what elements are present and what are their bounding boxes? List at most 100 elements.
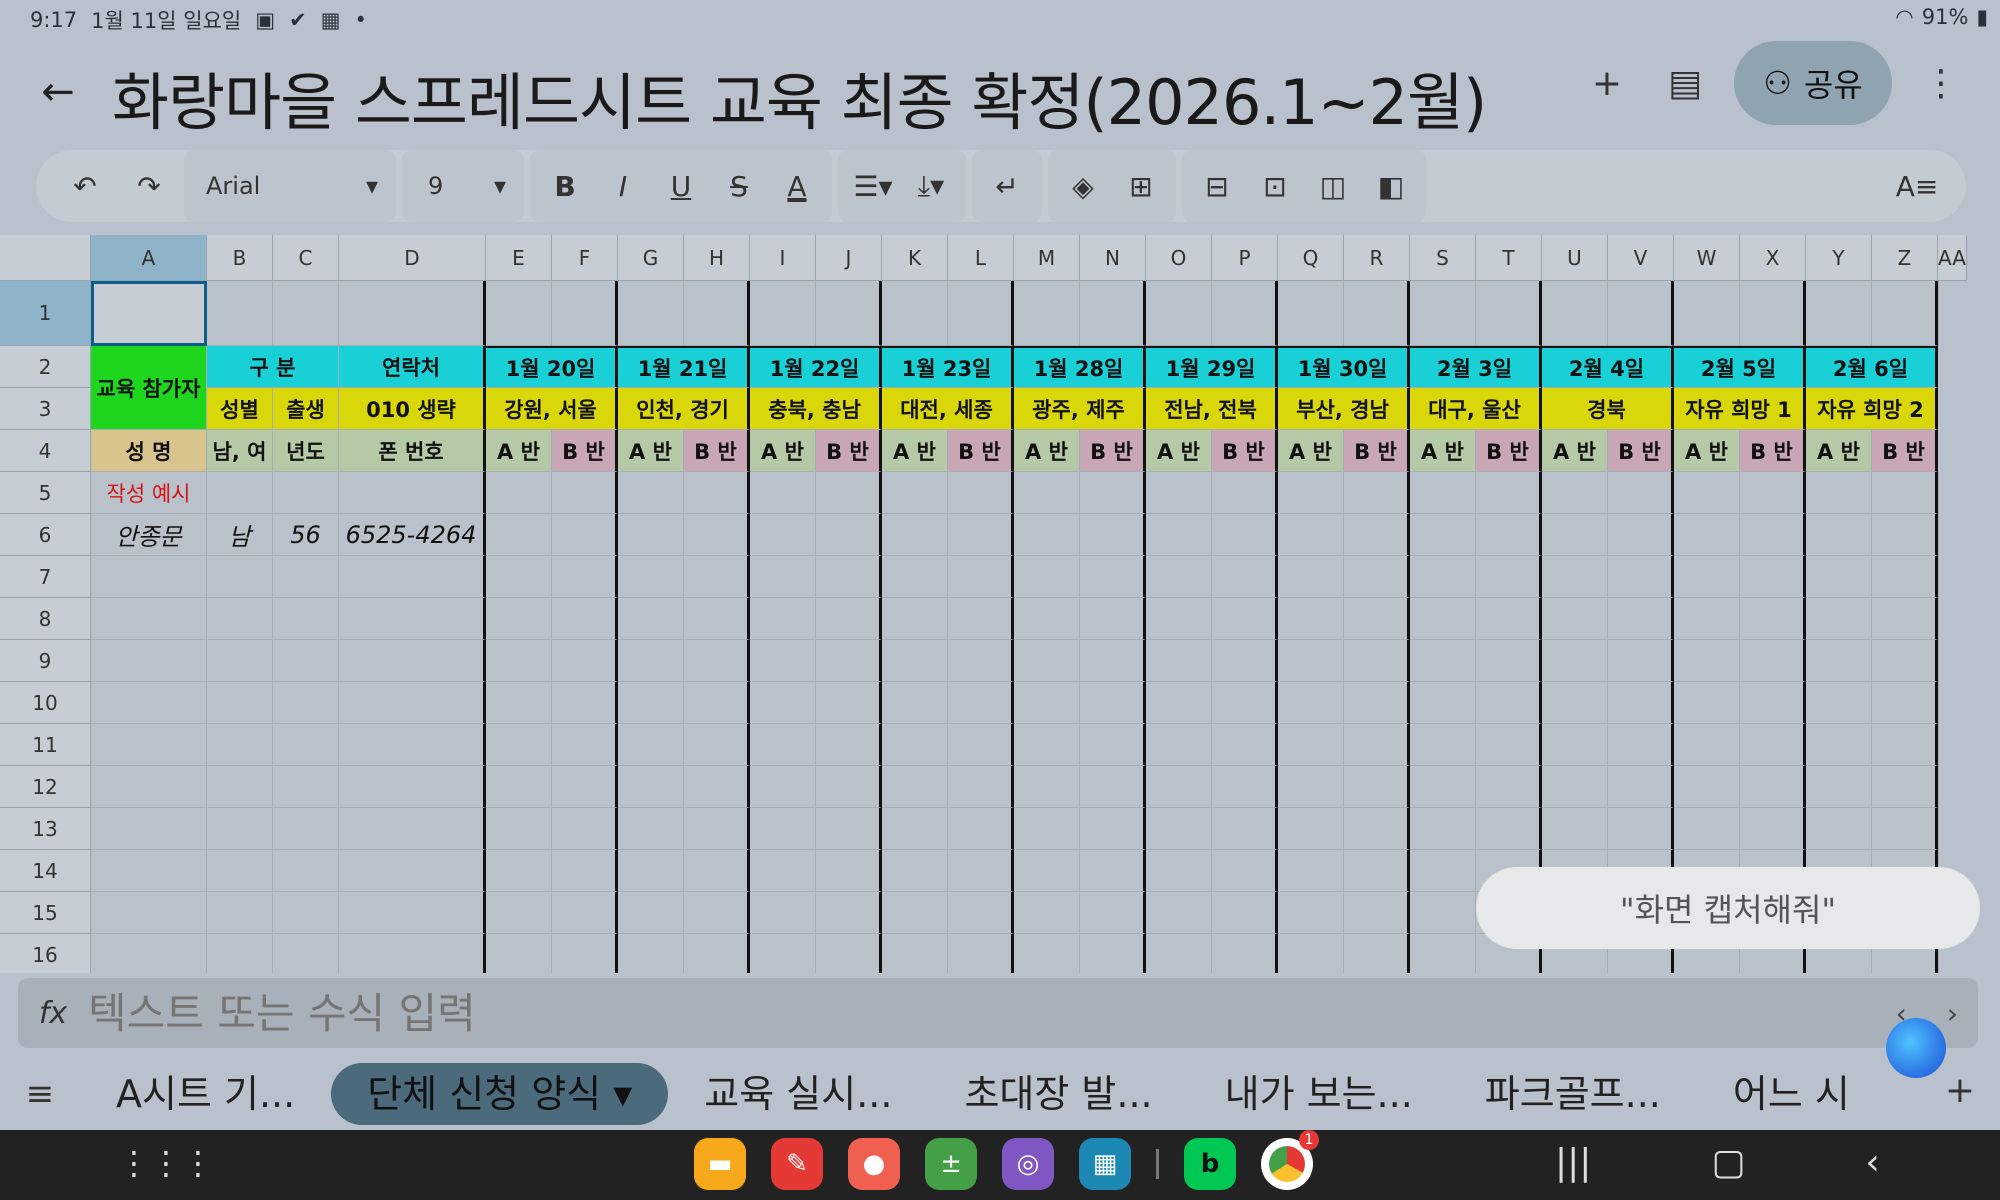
date-header[interactable]: 1월 21일 bbox=[618, 346, 750, 388]
grid-cell[interactable] bbox=[1938, 598, 1939, 640]
grid-cell[interactable] bbox=[1476, 766, 1542, 808]
grid-cell[interactable] bbox=[1014, 808, 1080, 850]
grid-cell[interactable] bbox=[207, 724, 273, 766]
grid-cell[interactable] bbox=[1344, 281, 1410, 346]
font-size-dropdown[interactable]: 9 ▾ bbox=[408, 156, 518, 216]
grid-cell[interactable] bbox=[684, 850, 750, 892]
sheet-tab[interactable]: 단체 신청 양식 ▾ bbox=[331, 1063, 669, 1125]
column-header-z[interactable]: Z bbox=[1872, 235, 1938, 281]
grid-cell[interactable] bbox=[1872, 281, 1938, 346]
region-header[interactable]: 대구, 울산 bbox=[1410, 388, 1542, 430]
grid-cell[interactable] bbox=[1740, 682, 1806, 724]
row-header-5[interactable]: 5 bbox=[0, 472, 91, 514]
grid-cell[interactable] bbox=[1542, 808, 1608, 850]
date-header[interactable]: 1월 30일 bbox=[1278, 346, 1410, 388]
header-year[interactable]: 년도 bbox=[273, 430, 339, 472]
grid-cell[interactable] bbox=[1872, 514, 1938, 556]
region-header[interactable]: 전남, 전북 bbox=[1146, 388, 1278, 430]
grid-cell[interactable] bbox=[1212, 934, 1278, 973]
column-header-v[interactable]: V bbox=[1608, 235, 1674, 281]
grid-cell[interactable] bbox=[948, 556, 1014, 598]
grid-cell[interactable] bbox=[1674, 472, 1740, 514]
grid-cell[interactable] bbox=[486, 514, 552, 556]
column-header-o[interactable]: O bbox=[1146, 235, 1212, 281]
grid-cell[interactable] bbox=[486, 724, 552, 766]
grid-cell[interactable] bbox=[1080, 892, 1146, 934]
grid-cell[interactable] bbox=[1410, 514, 1476, 556]
contacts-app-icon[interactable]: ● bbox=[848, 1138, 900, 1190]
column-header-d[interactable]: D bbox=[339, 235, 486, 281]
example-name[interactable]: 안종문 bbox=[91, 514, 207, 556]
chevron-right-icon[interactable]: › bbox=[1947, 997, 1958, 1030]
grid-cell[interactable] bbox=[1542, 514, 1608, 556]
grid-cell[interactable] bbox=[1212, 850, 1278, 892]
grid-cell[interactable] bbox=[1938, 682, 1939, 724]
grid-cell[interactable] bbox=[816, 514, 882, 556]
grid-cell[interactable] bbox=[1278, 682, 1344, 724]
grid-cell[interactable] bbox=[1212, 892, 1278, 934]
grid-cell[interactable] bbox=[273, 808, 339, 850]
grid-cell[interactable] bbox=[618, 514, 684, 556]
grid-cell[interactable] bbox=[1080, 598, 1146, 640]
grid-cell[interactable] bbox=[1938, 766, 1939, 808]
grid-cell[interactable] bbox=[486, 934, 552, 973]
grid-cell[interactable] bbox=[1476, 556, 1542, 598]
grid-cell[interactable] bbox=[882, 514, 948, 556]
grid-cell[interactable] bbox=[1014, 281, 1080, 346]
date-header[interactable]: 2월 6일 bbox=[1806, 346, 1938, 388]
grid-cell[interactable] bbox=[1014, 640, 1080, 682]
grid-cell[interactable] bbox=[1080, 808, 1146, 850]
grid-cell[interactable] bbox=[1080, 682, 1146, 724]
grid-cell[interactable] bbox=[816, 556, 882, 598]
grid-cell[interactable] bbox=[750, 281, 816, 346]
grid-cell[interactable] bbox=[339, 598, 486, 640]
grid-cell[interactable] bbox=[750, 556, 816, 598]
grid-cell[interactable] bbox=[1344, 850, 1410, 892]
example-label[interactable]: 작성 예시 bbox=[91, 472, 207, 514]
grid-cell[interactable] bbox=[1014, 934, 1080, 973]
grid-cell[interactable] bbox=[91, 892, 207, 934]
grid-cell[interactable] bbox=[1014, 892, 1080, 934]
grid-cell[interactable] bbox=[816, 934, 882, 973]
formula-input[interactable] bbox=[88, 988, 1896, 1038]
grid-cell[interactable] bbox=[1608, 598, 1674, 640]
grid-cell[interactable] bbox=[1872, 724, 1938, 766]
sheet-tab[interactable]: 초대장 발... bbox=[928, 1063, 1188, 1125]
grid-cell[interactable] bbox=[618, 892, 684, 934]
document-title[interactable]: 화랑마을 스프레드시트 교육 최종 확정(2026.1~2월) bbox=[112, 52, 1486, 142]
grid-cell[interactable] bbox=[273, 724, 339, 766]
add-sheet-icon[interactable]: + bbox=[1938, 1070, 1982, 1111]
grid-cell[interactable] bbox=[207, 682, 273, 724]
grid-cell[interactable] bbox=[1278, 724, 1344, 766]
a-class-header[interactable]: A 반 bbox=[1674, 430, 1740, 472]
calendar-app-icon[interactable]: ▦ bbox=[1079, 1138, 1131, 1190]
grid-cell[interactable] bbox=[486, 766, 552, 808]
grid-cell[interactable] bbox=[1410, 682, 1476, 724]
grid-cell[interactable] bbox=[1146, 514, 1212, 556]
column-header-aa[interactable]: AA bbox=[1938, 235, 1967, 281]
b-class-header[interactable]: B 반 bbox=[1608, 430, 1674, 472]
grid-cell[interactable] bbox=[1872, 472, 1938, 514]
grid-cell[interactable] bbox=[816, 892, 882, 934]
grid-cell[interactable] bbox=[207, 472, 273, 514]
grid-cell[interactable] bbox=[618, 598, 684, 640]
grid-cell[interactable] bbox=[1806, 281, 1872, 346]
a-class-header[interactable]: A 반 bbox=[1146, 430, 1212, 472]
example-birth[interactable]: 56 bbox=[273, 514, 339, 556]
selected-cell[interactable] bbox=[91, 281, 207, 346]
grid-cell[interactable] bbox=[1344, 934, 1410, 973]
grid-cell[interactable] bbox=[1212, 766, 1278, 808]
grid-cell[interactable] bbox=[1806, 682, 1872, 724]
grid-cell[interactable] bbox=[1938, 724, 1939, 766]
region-header[interactable]: 강원, 서울 bbox=[486, 388, 618, 430]
grid-cell[interactable] bbox=[948, 724, 1014, 766]
grid-cell[interactable] bbox=[1938, 281, 1939, 346]
grid-cell[interactable] bbox=[1344, 892, 1410, 934]
grid-cell[interactable] bbox=[1344, 556, 1410, 598]
date-header[interactable]: 1월 23일 bbox=[882, 346, 1014, 388]
grid-cell[interactable] bbox=[1674, 724, 1740, 766]
grid-cell[interactable] bbox=[1674, 640, 1740, 682]
app-drawer-icon[interactable]: ⋮⋮⋮ bbox=[118, 1144, 214, 1182]
sheet-tab[interactable]: 파크골프... bbox=[1449, 1063, 1697, 1125]
grid-cell[interactable] bbox=[1344, 682, 1410, 724]
